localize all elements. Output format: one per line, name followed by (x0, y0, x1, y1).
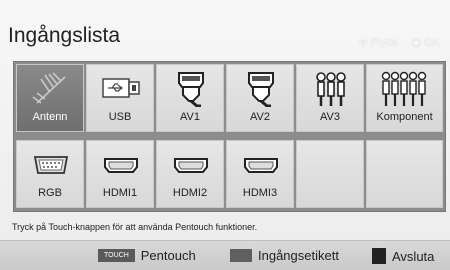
input-grid: Antenn USB AV1 AV2 AV3 Komponent RGB HDM… (13, 61, 446, 212)
input-tile-usb[interactable]: USB (86, 64, 154, 132)
help-text: Tryck på Touch-knappen för att använda P… (12, 222, 258, 232)
tile-label: USB (108, 111, 132, 123)
usb-icon (102, 78, 140, 98)
tile-label: AV2 (250, 111, 270, 123)
pentouch-button[interactable]: TOUCH Pentouch (98, 248, 196, 263)
rca-av-icon (316, 72, 346, 106)
input-tile-av3[interactable]: AV3 (296, 64, 364, 132)
input-tile-empty (296, 140, 364, 208)
input-tile-hdmi3[interactable]: HDMI3 (226, 140, 294, 208)
pentouch-label: Pentouch (140, 248, 196, 263)
input-tile-av1[interactable]: AV1 (156, 64, 224, 132)
tile-label: HDMI3 (242, 187, 278, 199)
gray-key-icon (230, 249, 252, 262)
input-list-panel: Ingångslista ✥ Flytta ◉ OK Antenn USB AV… (0, 0, 450, 270)
tile-label: AV1 (180, 111, 200, 123)
input-label-label: Ingångsetikett (258, 248, 339, 263)
tile-label: HDMI1 (102, 187, 138, 199)
move-hint: ✥ Flytta (358, 36, 398, 50)
input-tile-antenna[interactable]: Antenn (16, 64, 84, 132)
component-icon (381, 71, 427, 106)
move-arrows-icon: ✥ (358, 37, 368, 49)
hdmi-icon (104, 158, 138, 173)
input-tile-hdmi1[interactable]: HDMI1 (86, 140, 154, 208)
hdmi-icon (174, 158, 208, 173)
exit-icon (372, 248, 386, 264)
exit-label: Avsluta (392, 248, 435, 264)
ok-hint: ◉ OK (411, 36, 440, 50)
input-tile-hdmi2[interactable]: HDMI2 (156, 140, 224, 208)
ok-circle-icon: ◉ (411, 37, 422, 49)
hint-bar: ✥ Flytta ◉ OK (358, 36, 440, 50)
input-tile-empty (366, 140, 443, 208)
input-label-button[interactable]: Ingångsetikett (230, 248, 339, 263)
scart-icon (248, 72, 274, 107)
tile-label: RGB (38, 187, 62, 199)
vga-icon (33, 156, 69, 174)
tile-label: AV3 (320, 111, 340, 123)
page-title: Ingångslista (8, 24, 121, 47)
bottom-bar: TOUCH Pentouch Ingångsetikett Avsluta (0, 240, 450, 270)
input-tile-rgb[interactable]: RGB (16, 140, 84, 208)
tile-label: Antenn (32, 111, 68, 123)
ok-hint-label: OK (424, 36, 440, 49)
move-hint-label: Flytta (370, 36, 398, 49)
input-tile-component[interactable]: Komponent (366, 64, 443, 132)
scart-icon (178, 72, 204, 107)
input-tile-av2[interactable]: AV2 (226, 64, 294, 132)
hdmi-icon (244, 158, 278, 173)
tile-label: HDMI2 (172, 187, 208, 199)
touch-badge: TOUCH (98, 249, 135, 262)
tile-label: Komponent (376, 111, 433, 123)
antenna-icon (32, 72, 66, 104)
exit-button[interactable]: Avsluta (372, 248, 434, 264)
